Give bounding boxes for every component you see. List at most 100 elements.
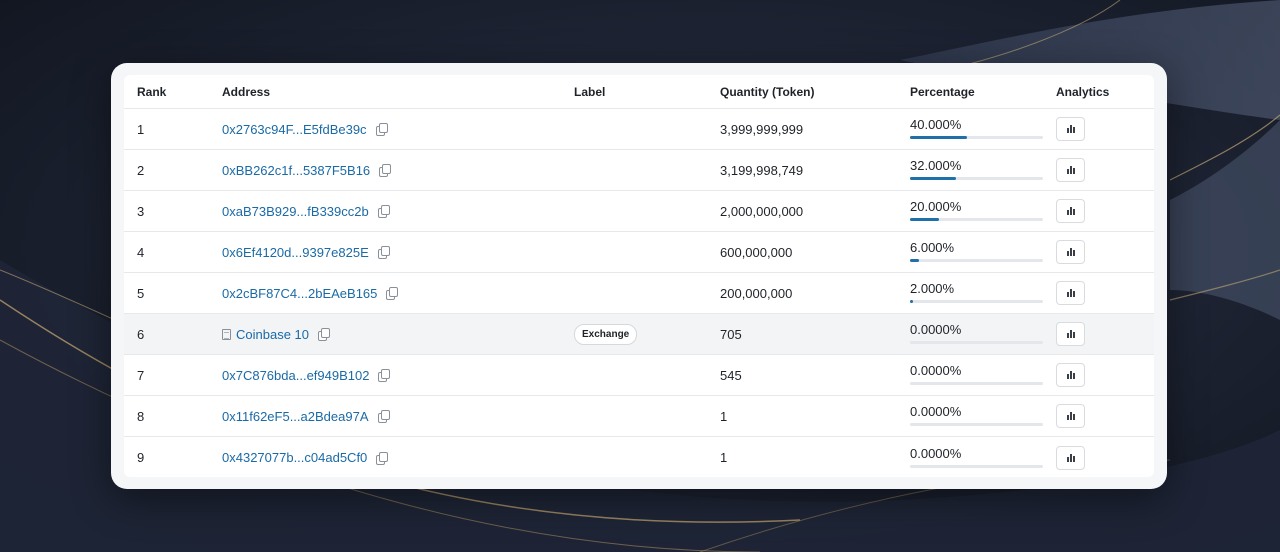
address-link[interactable]: 0x4327077b...c04ad5Cf0: [222, 450, 367, 465]
bar-chart-icon: [1066, 251, 1069, 256]
holders-table: Rank Address Label Quantity (Token) Perc…: [124, 75, 1154, 477]
copy-icon[interactable]: [378, 369, 391, 382]
address-link[interactable]: 0x2763c94F...E5fdBe39c: [222, 122, 367, 137]
copy-icon[interactable]: [377, 410, 390, 423]
table-row[interactable]: 2 0xBB262c1f...5387F5B16 3,199,998,749 32.0…: [124, 150, 1154, 191]
table-row[interactable]: 8 0x11f62eF5...a2Bdea97A 1 0.0000%: [124, 396, 1154, 437]
percentage-bar: [910, 300, 1043, 303]
bar-chart-icon: [1066, 456, 1069, 462]
address-link[interactable]: 0xBB262c1f...5387F5B16: [222, 163, 370, 178]
table-row[interactable]: 1 0x2763c94F...E5fdBe39c 3,999,999,999 40.0…: [124, 109, 1154, 150]
quantity-cell: 705: [720, 326, 742, 342]
address-cell: 0x2763c94F...E5fdBe39c: [222, 122, 388, 137]
rank-cell: 2: [137, 162, 145, 178]
percentage-value: 2.000%: [910, 281, 955, 296]
analytics-cell: [1056, 199, 1085, 223]
address-cell: 0x2cBF87C4...2bEAeB165: [222, 286, 399, 301]
percentage-value: 32.000%: [910, 158, 962, 173]
quantity-cell: 2,000,000,000: [720, 203, 804, 219]
holders-card: Rank Address Label Quantity (Token) Perc…: [111, 63, 1167, 489]
address-link[interactable]: 0x11f62eF5...a2Bdea97A: [222, 409, 369, 424]
analytics-cell: [1056, 322, 1085, 346]
bar-chart-icon: [1069, 207, 1072, 215]
percentage-value: 0.0000%: [910, 445, 962, 461]
table-row[interactable]: 4 0x6Ef4120d...9397e825E 600,000,000 6.000%: [124, 232, 1154, 273]
address-cell: Coinbase 10: [222, 327, 330, 342]
bar-chart-icon: [1069, 453, 1072, 462]
percentage-cell: 32.000%: [910, 158, 1043, 180]
analytics-button[interactable]: [1056, 322, 1085, 346]
table-row[interactable]: 6 Coinbase 10 Exchange 705 0.0000%: [124, 314, 1154, 355]
table-row[interactable]: 9 0x4327077b...c04ad5Cf0 1 0.0000%: [124, 437, 1154, 477]
bar-chart-icon: [1072, 127, 1075, 133]
percentage-bar: [910, 423, 1043, 426]
address-cell: 0xaB73B929...fB339cc2b: [222, 204, 390, 219]
copy-icon[interactable]: [386, 287, 399, 300]
analytics-button[interactable]: [1056, 281, 1085, 305]
percentage-cell: 2.000%: [910, 281, 1043, 303]
analytics-button[interactable]: [1056, 445, 1085, 470]
percentage-bar: [910, 136, 1043, 139]
address-cell: 0xBB262c1f...5387F5B16: [222, 163, 392, 178]
bar-chart-icon: [1072, 373, 1075, 379]
analytics-button[interactable]: [1056, 240, 1085, 264]
analytics-button[interactable]: [1056, 199, 1085, 223]
bar-chart-icon: [1072, 455, 1075, 462]
copy-icon[interactable]: [379, 164, 392, 177]
bar-chart-icon: [1066, 415, 1069, 420]
bar-chart-icon: [1069, 412, 1072, 420]
percentage-cell: 6.000%: [910, 240, 1043, 262]
table-row[interactable]: 5 0x2cBF87C4...2bEAeB165 200,000,000 2.000%: [124, 273, 1154, 314]
label-cell: Exchange: [574, 323, 638, 345]
copy-icon[interactable]: [377, 246, 390, 259]
bar-chart-icon: [1069, 371, 1072, 379]
copy-icon[interactable]: [318, 328, 330, 341]
rank-cell: 5: [137, 285, 145, 301]
header-label: Label: [574, 84, 606, 99]
header-quantity: Quantity (Token): [720, 84, 815, 99]
percentage-bar: [910, 464, 1043, 468]
rank-cell: 8: [137, 408, 145, 424]
address-link[interactable]: 0x2cBF87C4...2bEAeB165: [222, 286, 377, 301]
quantity-cell: 3,999,999,999: [720, 121, 804, 137]
analytics-button[interactable]: [1056, 404, 1085, 428]
bar-chart-icon: [1069, 125, 1072, 133]
analytics-button[interactable]: [1056, 158, 1085, 182]
percentage-bar: [910, 382, 1043, 385]
address-cell: 0x6Ef4120d...9397e825E: [222, 245, 390, 260]
copy-icon[interactable]: [377, 205, 390, 218]
percentage-cell: 0.0000%: [910, 322, 1043, 344]
address-link[interactable]: 0x7C876bda...ef949B102: [222, 368, 369, 383]
table-row[interactable]: 7 0x7C876bda...ef949B102 545 0.0000%: [124, 355, 1154, 396]
percentage-cell: 0.0000%: [910, 363, 1043, 385]
analytics-button[interactable]: [1056, 363, 1085, 387]
analytics-cell: [1056, 404, 1085, 428]
header-address: Address: [222, 84, 271, 99]
quantity-cell: 545: [720, 367, 742, 383]
address-cell: 0x4327077b...c04ad5Cf0: [222, 450, 389, 465]
label-badge: Exchange: [574, 323, 638, 345]
analytics-button[interactable]: [1056, 117, 1085, 141]
rank-cell: 4: [137, 244, 145, 260]
quantity-cell: 1: [720, 408, 728, 424]
bar-chart-icon: [1072, 250, 1075, 256]
bar-chart-icon: [1072, 168, 1075, 174]
address-link[interactable]: 0x6Ef4120d...9397e825E: [222, 245, 369, 260]
address-link[interactable]: Coinbase 10: [236, 327, 309, 342]
bar-chart-icon: [1069, 166, 1072, 174]
percentage-bar: [910, 341, 1043, 344]
analytics-cell: [1056, 445, 1085, 470]
address-link[interactable]: 0xaB73B929...fB339cc2b: [222, 204, 369, 219]
copy-icon[interactable]: [376, 451, 389, 465]
copy-icon[interactable]: [375, 123, 388, 136]
bar-chart-icon: [1066, 333, 1069, 338]
table-row[interactable]: 3 0xaB73B929...fB339cc2b 2,000,000,000 20.0…: [124, 191, 1154, 232]
percentage-cell: 20.000%: [910, 199, 1043, 221]
percentage-value: 0.0000%: [910, 363, 962, 378]
bar-chart-icon: [1066, 374, 1069, 379]
bar-chart-icon: [1066, 210, 1069, 215]
analytics-cell: [1056, 158, 1085, 182]
percentage-bar-fill: [910, 177, 956, 180]
table-header: Rank Address Label Quantity (Token) Perc…: [124, 75, 1154, 109]
quantity-cell: 600,000,000: [720, 244, 793, 260]
